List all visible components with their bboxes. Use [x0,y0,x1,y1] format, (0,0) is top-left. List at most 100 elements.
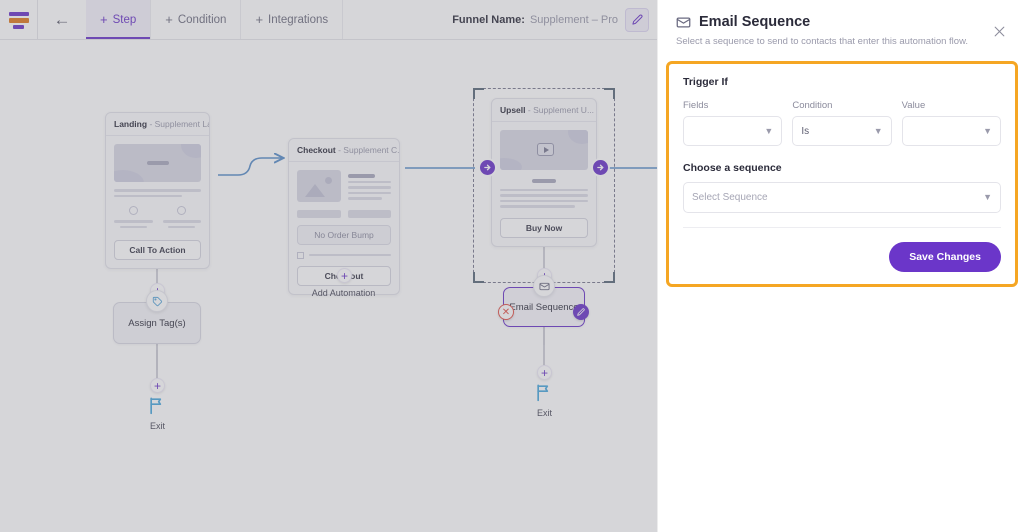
app-logo[interactable] [0,0,38,39]
exit-node[interactable] [140,395,174,420]
arrow-right-icon [597,164,604,171]
trigger-settings-card: Trigger If Fields ▼ Condition Is ▼ Value… [666,61,1018,287]
funnel-name-value: Supplement – Pro [529,13,618,26]
condition-select[interactable]: Is ▼ [792,116,892,146]
plus-icon: + [100,12,108,27]
play-icon [537,143,554,156]
card-header: Checkout - Supplement C... [289,139,399,162]
sequence-select[interactable]: Select Sequence ▼ [683,182,1001,213]
add-automation-label: Add Automation [311,288,376,298]
funnel-step-card-upsell[interactable]: Upsell - Supplement U... Buy Now [491,98,597,247]
tag-icon [146,290,168,312]
panel-header: Email Sequence Select a sequence to send… [658,0,1024,48]
condition-label: Condition [792,100,833,111]
tab-add-condition[interactable]: + Condition [151,0,242,39]
field-group-fields: Fields ▼ [683,100,783,146]
value-select[interactable]: ▼ [901,116,1001,146]
funnel-step-card-landing[interactable]: Landing - Supplement La... [105,112,210,269]
automation-node-email-sequence[interactable]: Email Sequence [503,275,585,327]
funnel-canvas[interactable]: Landing - Supplement La... [0,40,657,532]
back-button[interactable]: ← [38,0,86,39]
add-automation-button[interactable]: + [337,268,352,283]
add-step-button[interactable]: + [537,365,552,380]
hero-placeholder [114,144,201,182]
tab-add-step[interactable]: + Step [86,0,152,39]
panel-title: Email Sequence [699,14,811,30]
chevron-down-icon: ▼ [983,192,992,202]
flag-icon [150,397,162,415]
automation-node-assign-tag[interactable]: Assign Tag(s) [113,290,201,344]
resize-handle-tr[interactable] [604,88,615,99]
trigger-fields-row: Fields ▼ Condition Is ▼ Value ▼ [683,100,1001,146]
card-title: Upsell [500,105,526,115]
card-subtitle: - Supplement La... [149,119,209,129]
edit-funnel-name-button[interactable] [625,7,649,32]
page-card[interactable]: Landing - Supplement La... [105,112,210,269]
tab-add-integrations[interactable]: + Integrations [241,0,344,39]
field-group-value: Value ▼ [901,100,1001,146]
sequence-select-value: Select Sequence [692,192,768,203]
card-subtitle: - Supplement C... [338,145,399,155]
value-label: Value [901,100,926,111]
funnel-builder: Landing - Supplement La... [0,0,657,532]
video-placeholder [500,130,588,170]
fields-label: Fields [683,100,709,111]
sequence-section-title: Choose a sequence [683,162,782,174]
exit-node-label: Exit [536,408,552,418]
funnel-name-group: Funnel Name: Supplement – Pro [452,0,657,39]
chevron-down-icon: ▼ [873,125,883,136]
plus-icon: + [255,12,264,27]
connector-port-left[interactable] [480,160,495,175]
add-step-button[interactable]: + [150,378,165,393]
card-header: Upsell - Supplement U... [492,99,596,122]
flag-icon [537,384,549,402]
pencil-icon [631,14,642,25]
order-bump-label: No Order Bump [297,224,391,245]
card-cta-button[interactable]: Call To Action [114,240,201,260]
card-body: Buy Now [492,122,596,246]
panel-actions: Save Changes [683,242,1001,272]
page-card[interactable]: Upsell - Supplement U... Buy Now [491,98,597,247]
card-subtitle: - Supplement U... [527,105,595,115]
envelope-icon [533,275,555,297]
trigger-section-title: Trigger If [683,76,728,88]
image-placeholder [297,170,341,202]
delete-node-button[interactable]: ✕ [498,304,514,320]
funnel-logo-icon [8,10,29,30]
field-group-condition: Condition Is ▼ [792,100,892,146]
card-body: Call To Action [106,136,209,268]
app-root: Landing - Supplement La... [0,0,1024,532]
panel-divider [683,227,1001,228]
exit-node-label: Exit [149,421,165,431]
arrow-right-icon [484,164,491,171]
tab-label: Integrations [268,13,329,26]
card-title: Checkout [297,145,336,155]
edit-node-button[interactable] [573,304,589,320]
funnel-name-label: Funnel Name: [452,13,525,26]
resize-handle-br[interactable] [604,272,615,283]
tab-label: Condition [177,13,227,26]
resize-handle-tl[interactable] [473,88,484,99]
back-arrow-icon: ← [53,10,71,29]
exit-node[interactable] [527,382,561,407]
panel-title-row: Email Sequence [676,14,1006,30]
condition-select-value: Is [801,125,810,137]
chevron-down-icon: ▼ [764,125,774,136]
resize-handle-bl[interactable] [473,272,484,283]
card-cta-button[interactable]: Buy Now [500,217,588,238]
card-header: Landing - Supplement La... [106,113,209,136]
connector-port-right[interactable] [593,160,608,175]
envelope-icon [676,17,691,27]
chevron-down-icon: ▼ [983,125,992,136]
card-title: Landing [114,119,148,129]
close-panel-button[interactable] [990,22,1008,40]
fields-select[interactable]: ▼ [683,116,783,146]
tab-label: Step [112,13,137,26]
close-icon [994,26,1004,36]
plus-icon: + [165,12,173,27]
pencil-icon [577,308,585,316]
top-toolbar: ← + Step + Condition + Integrations Funn… [0,0,657,40]
panel-subtitle: Select a sequence to send to contacts th… [676,36,969,47]
save-changes-button[interactable]: Save Changes [889,242,1001,272]
